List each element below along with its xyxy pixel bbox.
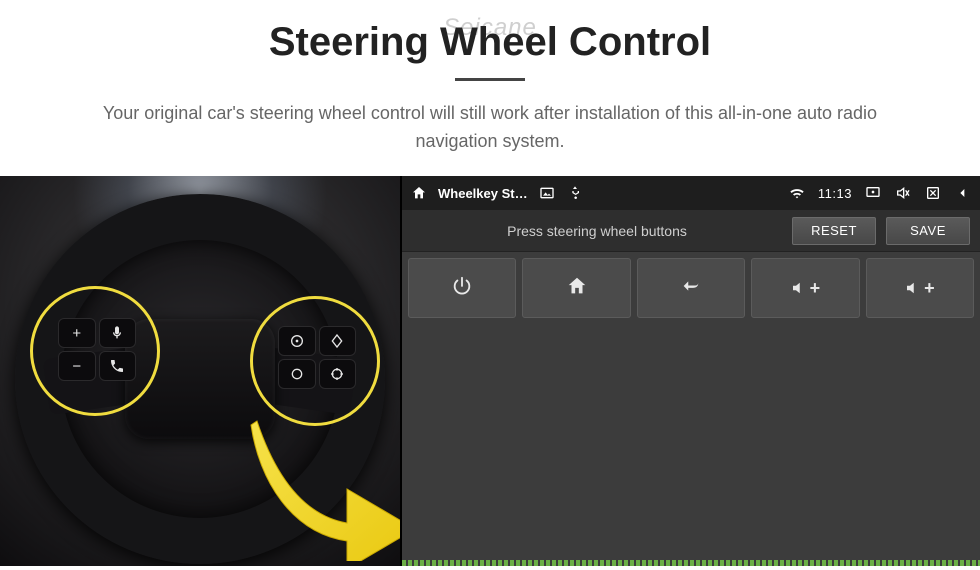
wheel-button-voice — [99, 318, 137, 348]
back-icon[interactable] — [954, 184, 972, 202]
wheel-button-plus: + — [58, 318, 96, 348]
mute-icon[interactable] — [894, 184, 912, 202]
wheelkey-button-grid: + + — [402, 252, 980, 324]
volume-up-icon: + — [904, 278, 936, 299]
equalizer-bar — [402, 560, 980, 566]
wheelkey-toolbar: Press steering wheel buttons RESET SAVE — [402, 210, 980, 252]
wheel-button-cluster-left: + − — [58, 318, 136, 381]
wheel-button-minus: − — [58, 351, 96, 381]
wheel-button-phone — [99, 351, 137, 381]
page-title: Steering Wheel Control — [0, 20, 980, 65]
title-divider — [455, 78, 525, 81]
toolbar-prompt: Press steering wheel buttons — [412, 223, 782, 239]
grid-button-volume-up-1[interactable]: + — [751, 258, 859, 318]
power-icon — [451, 275, 473, 302]
image-icon — [538, 184, 556, 202]
wheel-button-cluster-right — [278, 326, 356, 389]
grid-button-back[interactable] — [637, 258, 745, 318]
page-subtitle: Your original car's steering wheel contr… — [60, 100, 920, 156]
reset-button[interactable]: RESET — [792, 217, 876, 245]
steering-wheel-photo: + − — [0, 176, 400, 566]
android-status-bar: Wheelkey St… 11:13 — [402, 176, 980, 210]
grid-button-home[interactable] — [522, 258, 630, 318]
home-icon — [566, 275, 588, 302]
status-bar-clock: 11:13 — [818, 186, 852, 201]
home-icon[interactable] — [410, 184, 428, 202]
wheel-button-disc — [278, 326, 316, 356]
save-button[interactable]: SAVE — [886, 217, 970, 245]
steering-wheel-hub — [125, 319, 275, 439]
wheel-button-diamond — [319, 326, 357, 356]
volume-up-icon: + — [790, 278, 822, 299]
wheelkey-empty-area — [402, 324, 980, 562]
wifi-icon — [788, 184, 806, 202]
head-unit-screen: Wheelkey St… 11:13 — [400, 176, 980, 566]
wheel-button-target — [319, 359, 357, 389]
grid-button-volume-up-2[interactable]: + — [866, 258, 974, 318]
grid-button-power[interactable] — [408, 258, 516, 318]
return-icon — [680, 275, 702, 302]
cast-icon[interactable] — [864, 184, 882, 202]
close-icon[interactable] — [924, 184, 942, 202]
wheel-button-circle — [278, 359, 316, 389]
usb-icon — [566, 184, 584, 202]
status-bar-app-title: Wheelkey St… — [438, 186, 528, 201]
